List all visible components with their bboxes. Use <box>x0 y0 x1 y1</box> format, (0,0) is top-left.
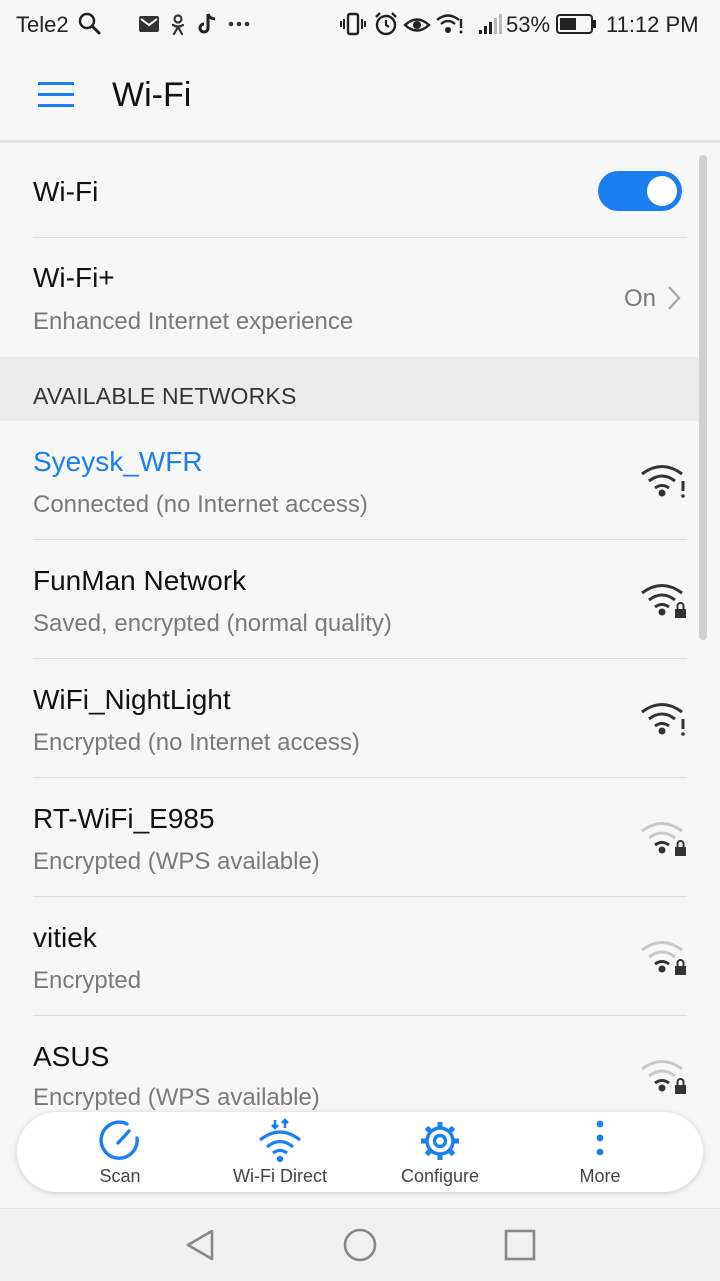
wifi-plus-row[interactable]: Wi-Fi+ Enhanced Internet experience <box>0 238 720 357</box>
wifi-lock-icon <box>641 941 686 975</box>
chevron-right-icon <box>668 286 681 310</box>
network-row-2[interactable]: WiFi_NightLight Encrypted (no Internet a… <box>0 659 720 778</box>
status-bar: Tele2 53% 11:12 PM <box>0 0 720 50</box>
wifi-alert-icon <box>641 703 685 736</box>
network-row-3[interactable]: RT-WiFi_E985 Encrypted (WPS available) <box>0 778 720 897</box>
network-name: vitiek <box>33 922 97 953</box>
wifi-alert-icon <box>641 465 685 498</box>
network-name: ASUS <box>33 1041 110 1072</box>
clock: 11:12 PM <box>606 12 699 37</box>
home-icon[interactable] <box>342 1227 378 1263</box>
gear-icon <box>421 1122 459 1160</box>
wifi-direct-icon <box>259 1118 301 1163</box>
battery-percent: 53% <box>506 12 551 37</box>
network-status: Connected (no Internet access) <box>33 491 368 518</box>
network-status: Encrypted (WPS available) <box>33 848 320 875</box>
wifi-direct-button[interactable]: Wi-Fi Direct <box>200 1112 360 1192</box>
available-networks-header: AVAILABLE NETWORKS <box>0 357 700 421</box>
more-notifications-icon <box>228 21 250 27</box>
scan-label: Scan <box>99 1166 141 1186</box>
scan-icon <box>99 1120 139 1160</box>
wifi-plus-subtitle: Enhanced Internet experience <box>33 308 354 335</box>
network-status: Encrypted (no Internet access) <box>33 729 360 756</box>
network-row-1[interactable]: FunMan Network Saved, encrypted (normal … <box>0 540 720 659</box>
more-button[interactable]: More <box>520 1112 680 1192</box>
page-title: Wi-Fi <box>112 76 192 114</box>
network-name: Syeysk_WFR <box>33 446 203 477</box>
network-row-0[interactable]: Syeysk_WFR Connected (no Internet access… <box>0 421 720 540</box>
scrollbar[interactable] <box>699 155 707 640</box>
network-name: WiFi_NightLight <box>33 684 231 715</box>
network-name: RT-WiFi_E985 <box>33 803 215 834</box>
network-status: Encrypted <box>33 967 142 994</box>
more-label: More <box>579 1166 621 1186</box>
configure-button[interactable]: Configure <box>360 1112 520 1192</box>
search-icon <box>78 12 101 35</box>
network-row-5[interactable]: ASUS Encrypted (WPS available) <box>0 1016 720 1116</box>
vibrate-icon <box>340 12 366 36</box>
tiktok-icon <box>198 13 216 34</box>
wifi-toggle-switch[interactable] <box>598 171 682 211</box>
app-bar: Wi-Fi <box>0 50 720 143</box>
menu-icon[interactable] <box>38 80 74 110</box>
wifi-plus-title: Wi-Fi+ <box>33 262 115 293</box>
wifi-plus-value: On <box>624 285 657 312</box>
network-name: FunMan Network <box>33 565 247 596</box>
wifi-lock-icon <box>641 584 686 618</box>
gmail-icon <box>139 16 159 32</box>
wifi-direct-label: Wi-Fi Direct <box>233 1166 327 1186</box>
eye-comfort-icon <box>403 18 431 32</box>
wifi-lock-icon <box>641 822 686 856</box>
toggle-knob <box>647 176 677 206</box>
more-vertical-icon <box>596 1120 604 1156</box>
carrier-name: Tele2 <box>16 12 69 37</box>
ok-icon <box>171 14 185 36</box>
wifi-toggle-label: Wi-Fi <box>33 176 99 207</box>
alarm-icon <box>375 12 397 36</box>
wifi-lock-icon <box>641 1060 686 1094</box>
recents-icon[interactable] <box>502 1227 538 1263</box>
configure-label: Configure <box>400 1166 480 1186</box>
battery-icon <box>556 14 596 34</box>
cellular-signal-icon <box>479 14 502 34</box>
system-navigation-bar <box>0 1208 720 1281</box>
scan-button[interactable]: Scan <box>40 1112 200 1192</box>
network-status: Saved, encrypted (normal quality) <box>33 610 392 637</box>
bottom-action-bar: Scan Wi-Fi Direct Configure More <box>17 1112 703 1192</box>
network-status: Encrypted (WPS available) <box>33 1084 320 1111</box>
network-row-4[interactable]: vitiek Encrypted <box>0 897 720 1016</box>
wifi-status-icon <box>436 14 463 34</box>
section-header-label: AVAILABLE NETWORKS <box>33 383 297 409</box>
back-icon[interactable] <box>182 1227 218 1263</box>
